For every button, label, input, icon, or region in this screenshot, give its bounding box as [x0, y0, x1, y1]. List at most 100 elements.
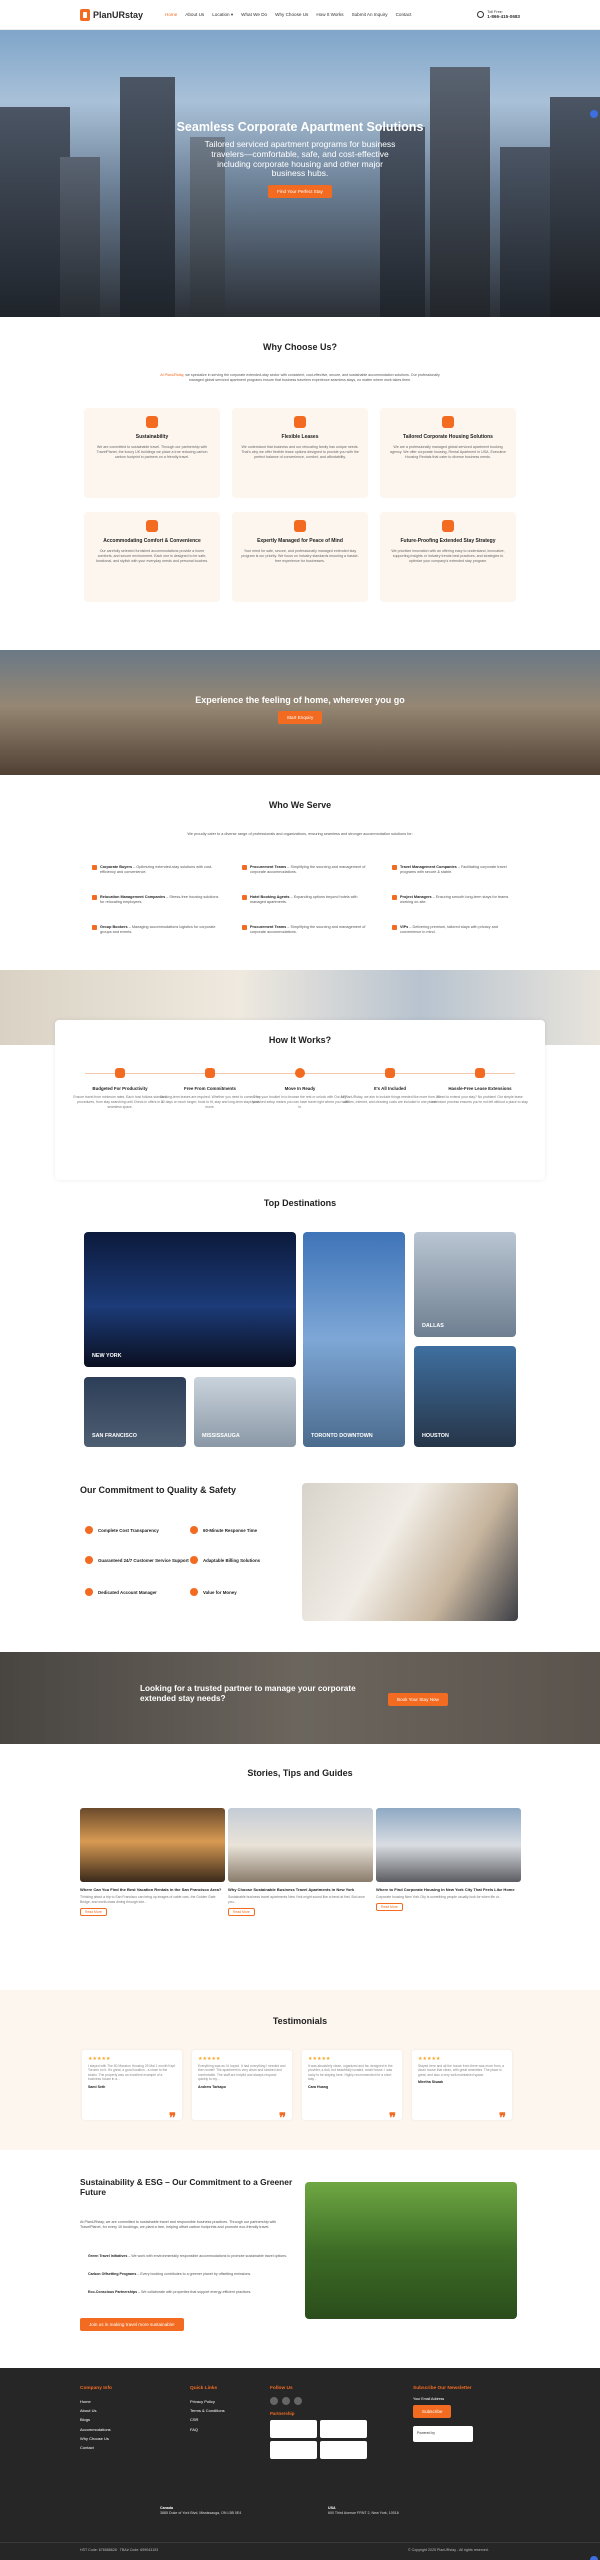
commit-item: Dedicated Account Manager: [85, 1588, 190, 1596]
esg-intro: At PlanURstay, we are committed to susta…: [80, 2220, 277, 2230]
serve-item: Travel Management Companies – Facilitati…: [392, 865, 520, 875]
read-more-button[interactable]: Read More: [80, 1907, 107, 1916]
quote-icon: ❞: [499, 2110, 506, 2125]
footer-link[interactable]: About Us: [80, 2406, 170, 2415]
building-icon: [442, 416, 454, 428]
commit-item: Complete Cost Transparency: [85, 1526, 190, 1534]
trusted-partner-banner: Looking for a trusted partner to manage …: [0, 1652, 600, 1744]
serve-intro: We proudly cater to a diverse range of p…: [187, 832, 413, 836]
calendar-icon: [205, 1068, 215, 1078]
footer-link[interactable]: Home: [80, 2397, 170, 2406]
powered-badge: Powered by: [413, 2426, 473, 2442]
why-card-flexible-leases: Flexible Leases We understand that busine…: [232, 408, 368, 498]
how-step-1: Budgeted For Productivity Ensure travel f…: [70, 1068, 170, 1109]
commit-item: Adaptable Billing Solutions: [190, 1556, 295, 1564]
hero-cta-button[interactable]: Find Your Perfect Stay: [268, 185, 332, 199]
blog-image: [80, 1808, 225, 1882]
phone-contact[interactable]: Toll Free: 1-866-415-0683: [477, 10, 520, 19]
blog-card[interactable]: Why Choose Sustainable Business Travel A…: [228, 1808, 373, 1916]
destination-mississauga[interactable]: MISSISSAUGA: [194, 1377, 296, 1447]
subscribe-button[interactable]: Subscribe: [413, 2405, 452, 2418]
hero-subtitle: Tailored serviced apartment programs for…: [204, 139, 396, 179]
nav-about[interactable]: About Us: [185, 12, 204, 18]
partner-logo: [320, 2420, 367, 2438]
blog-card[interactable]: Where to Find Corporate Housing in New Y…: [376, 1808, 521, 1911]
footer-link[interactable]: FAQ: [190, 2425, 280, 2434]
why-card-tailored: Tailored Corporate Housing Solutions We a…: [380, 408, 516, 498]
wallet-icon: [115, 1068, 125, 1078]
destination-dallas[interactable]: DALLAS: [414, 1232, 516, 1337]
nav-what-we-do[interactable]: What We Do: [241, 12, 267, 18]
billing-icon: [190, 1556, 198, 1564]
destination-toronto[interactable]: TORONTO DOWNTOWN: [303, 1232, 405, 1447]
home-feeling-banner: Experience the feeling of home, wherever…: [0, 650, 600, 775]
leaf-icon: [146, 416, 158, 428]
partner-logo: [270, 2441, 317, 2459]
dollar-icon: [85, 1526, 93, 1534]
linkedin-icon[interactable]: [282, 2397, 290, 2405]
testimonials-title: Testimonials: [272, 2016, 328, 2026]
commit-item: 60-Minute Response Time: [190, 1526, 295, 1534]
nav-location[interactable]: Location ▾: [212, 12, 233, 18]
hero-title: Seamless Corporate Apartment Solutions: [176, 120, 424, 134]
serve-item: Group Bookers – Managing accommodations …: [92, 925, 220, 935]
quote-icon: ❞: [279, 2110, 286, 2125]
read-more-button[interactable]: Read More: [228, 1907, 255, 1916]
blog-image: [376, 1808, 521, 1882]
destination-new-york[interactable]: NEW YORK: [84, 1232, 296, 1367]
esg-title: Sustainability & ESG – Our Commitment to…: [80, 2177, 293, 2197]
destination-houston[interactable]: HOUSTON: [414, 1346, 516, 1447]
nav-how-it-works[interactable]: How It Works: [316, 12, 343, 18]
nav-submit-inquiry[interactable]: Submit An Inquiry: [352, 12, 388, 18]
clock-icon: [190, 1526, 198, 1534]
checklist-icon: [385, 1068, 395, 1078]
handshake-icon: [294, 416, 306, 428]
footer-link[interactable]: Contact: [80, 2443, 170, 2452]
how-title: How It Works?: [268, 1035, 332, 1045]
top-navigation: PlanURstay Home About Us Location ▾ What…: [0, 0, 600, 30]
instagram-icon[interactable]: [294, 2397, 302, 2405]
side-scroll-button[interactable]: [590, 2556, 598, 2560]
footer-link[interactable]: CSR: [190, 2415, 280, 2424]
commit-item: Value for Money: [190, 1588, 295, 1596]
start-enquiry-button[interactable]: Start Enquiry: [277, 711, 323, 724]
value-icon: [190, 1588, 198, 1596]
nav-contact[interactable]: Contact: [396, 12, 412, 18]
serve-title: Who We Serve: [268, 800, 332, 810]
destination-san-francisco[interactable]: SAN FRANCISCO: [84, 1377, 186, 1447]
nav-home[interactable]: Home: [165, 12, 177, 18]
facebook-icon[interactable]: [270, 2397, 278, 2405]
logo-icon: [80, 8, 90, 21]
trusted-title: Looking for a trusted partner to manage …: [140, 1684, 356, 1703]
newsletter-email-input[interactable]: Your Email Address: [413, 2397, 523, 2401]
footer-link[interactable]: Privacy Policy: [190, 2397, 280, 2406]
footer-link[interactable]: Blogs: [80, 2415, 170, 2424]
esg-cta-button[interactable]: Join us in making travel more sustainabl…: [80, 2318, 184, 2331]
partner-logo: [270, 2420, 317, 2438]
footer-link[interactable]: Terms & Conditions: [190, 2406, 280, 2415]
book-stay-button[interactable]: Book Your Stay Now: [388, 1693, 448, 1706]
testimonial-card: ★★★★★ I stayed with The 80 Mansion Housin…: [82, 2050, 182, 2125]
thumbs-up-icon: [475, 1068, 485, 1078]
footer-link[interactable]: Accommodations: [80, 2425, 170, 2434]
how-step-4: It's All Included At PlanURstay, we aim t…: [340, 1068, 440, 1105]
why-card-sustainability: Sustainability We are committed to sustai…: [84, 408, 220, 498]
footer-link[interactable]: Why Choose Us: [80, 2434, 170, 2443]
read-more-button[interactable]: Read More: [376, 1902, 403, 1911]
testimonial-card: ★★★★★ Stayed here and all the house from …: [412, 2050, 512, 2125]
feel-title: Experience the feeling of home, wherever…: [195, 695, 405, 705]
nav-why-choose[interactable]: Why Choose Us: [275, 12, 308, 18]
logo[interactable]: PlanURstay: [80, 8, 143, 21]
how-step-2: Free From Commitments No long-term leases…: [160, 1068, 260, 1109]
esg-item: Green Travel Initiatives – We work with …: [88, 2254, 288, 2258]
phone-icon: [477, 11, 485, 18]
esg-item: Carbon Offsetting Programs – Every booki…: [88, 2272, 252, 2276]
footer: Company Info Home About Us Blogs Accommo…: [0, 2368, 600, 2560]
serve-item: Procurement Teams – Simplifying the sour…: [242, 925, 370, 935]
how-step-5: Hassle-Free Lease Extensions Need to exte…: [430, 1068, 530, 1105]
commitment-photo: [302, 1483, 518, 1621]
canada-address: Canada 3885 Duke of York Blvd, Mississaug…: [160, 2506, 242, 2516]
blog-card[interactable]: Where Can You Find the Best Vacation Ren…: [80, 1808, 225, 1916]
key-icon: [295, 1068, 305, 1078]
side-chat-button[interactable]: [590, 110, 598, 118]
